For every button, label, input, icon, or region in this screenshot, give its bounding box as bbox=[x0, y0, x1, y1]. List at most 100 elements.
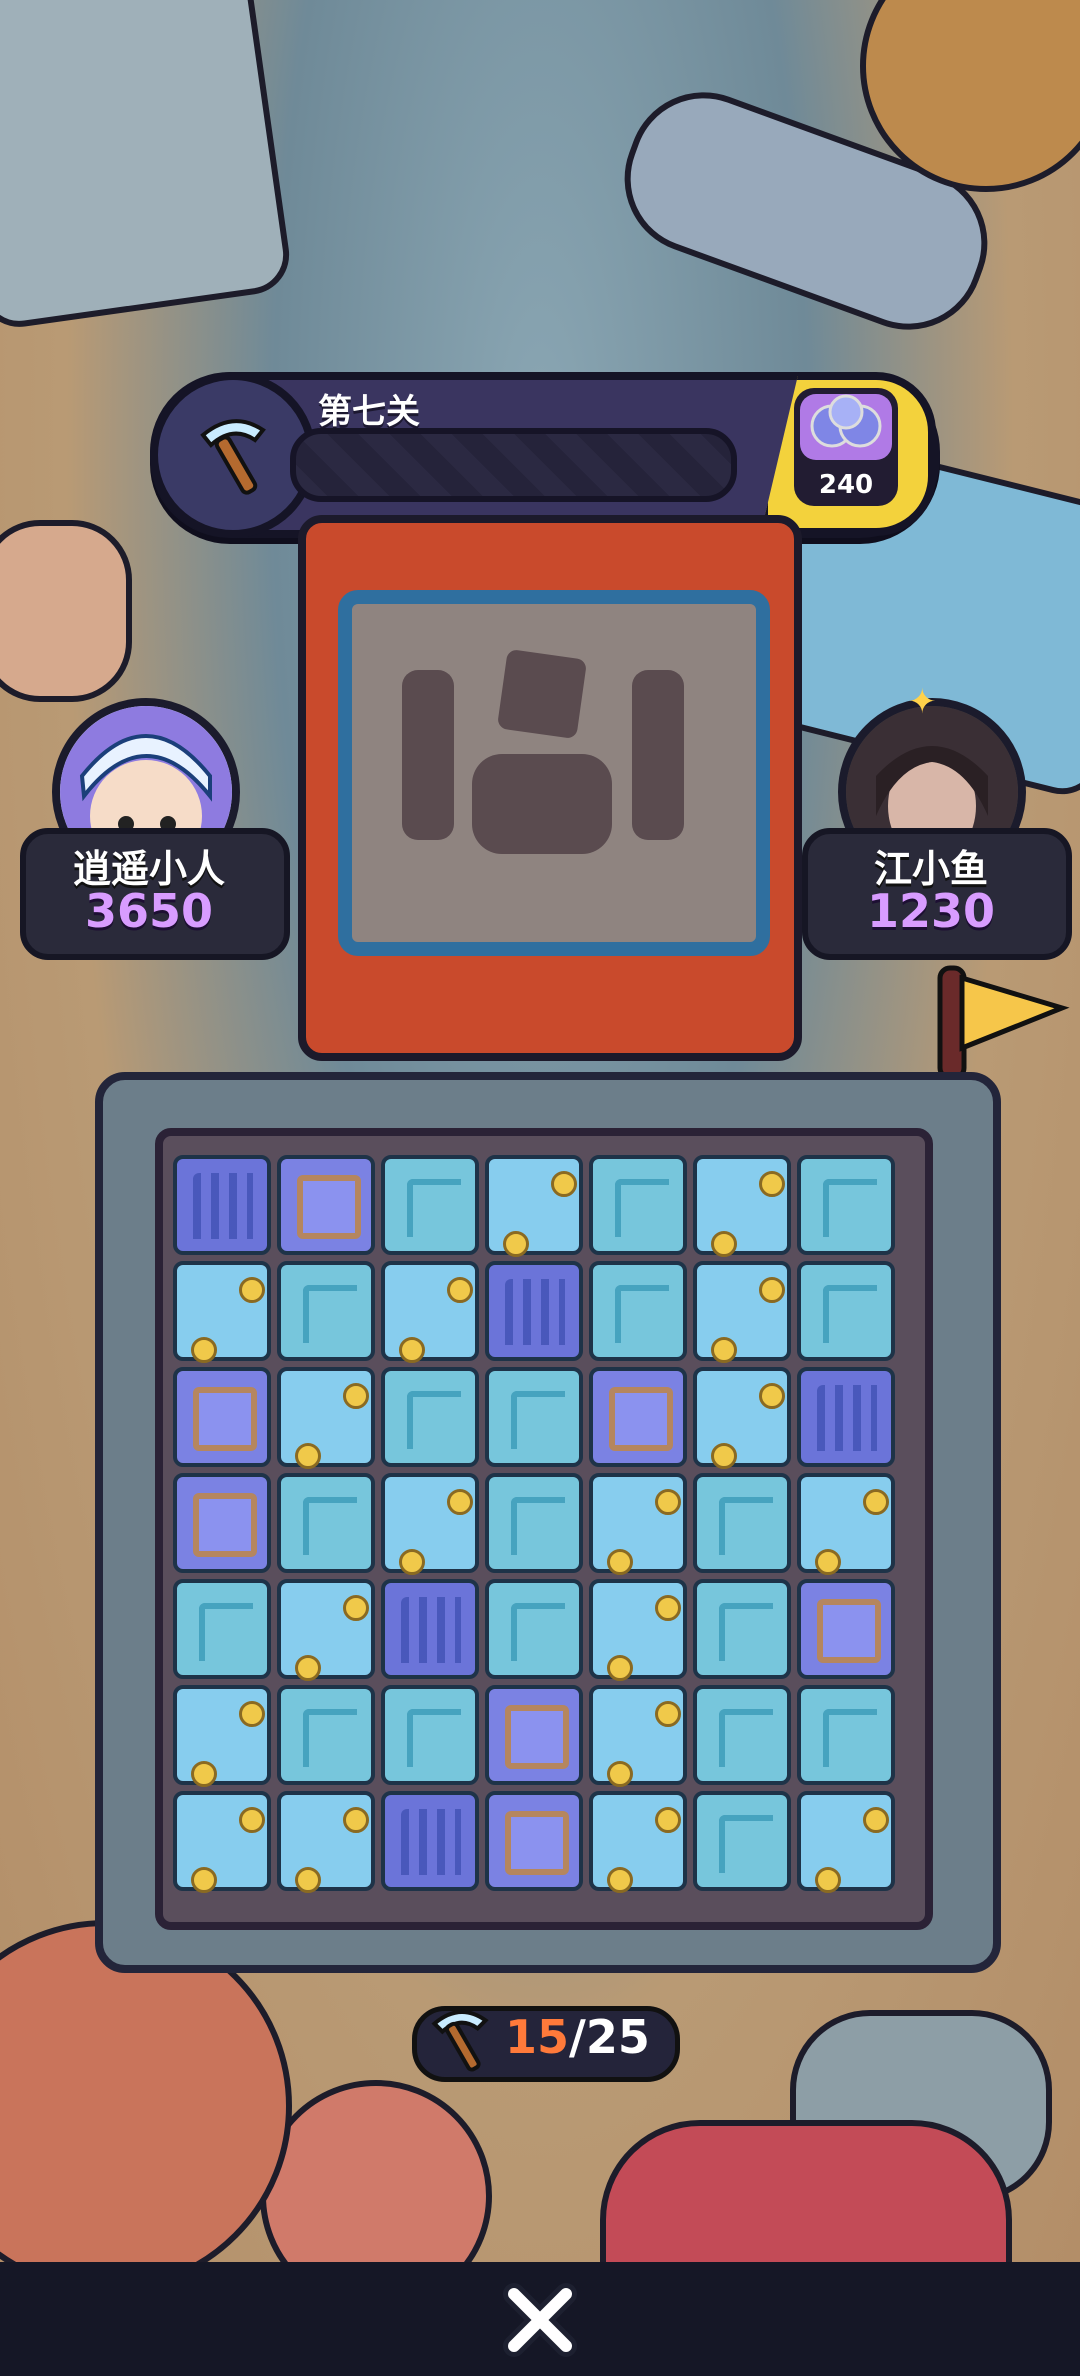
pickaxe-current: 15 bbox=[505, 2010, 570, 2064]
coin-dot bbox=[655, 1595, 681, 1621]
grid-tile[interactable] bbox=[693, 1579, 791, 1679]
grid-tile[interactable] bbox=[381, 1155, 479, 1255]
grid-tile[interactable] bbox=[693, 1791, 791, 1891]
grid-tile[interactable] bbox=[589, 1685, 687, 1787]
grid-tile[interactable] bbox=[797, 1579, 895, 1679]
coin-dot bbox=[607, 1761, 633, 1787]
grid-tile[interactable] bbox=[693, 1367, 791, 1469]
tile-pattern bbox=[193, 1387, 257, 1451]
grid-tile[interactable] bbox=[485, 1579, 583, 1679]
grid-tile[interactable] bbox=[173, 1367, 271, 1467]
grid-tile[interactable] bbox=[173, 1685, 271, 1787]
tile-pattern bbox=[719, 1709, 773, 1767]
grid-tile[interactable] bbox=[589, 1791, 687, 1893]
coin-dot bbox=[295, 1655, 321, 1681]
coin-dot bbox=[607, 1655, 633, 1681]
coin-dot bbox=[815, 1867, 841, 1893]
grid-tile[interactable] bbox=[589, 1367, 687, 1467]
grid-tile[interactable] bbox=[693, 1155, 791, 1257]
junk-sack-decor bbox=[0, 520, 132, 702]
coin-dot bbox=[191, 1761, 217, 1787]
grid-tile[interactable] bbox=[277, 1261, 375, 1361]
tile-pattern bbox=[193, 1493, 257, 1557]
coin-dot bbox=[655, 1489, 681, 1515]
coin-dot bbox=[239, 1277, 265, 1303]
coin-dot bbox=[503, 1231, 529, 1257]
tile-pattern bbox=[719, 1815, 773, 1873]
grid-tile[interactable] bbox=[589, 1155, 687, 1255]
tile-pattern bbox=[511, 1603, 565, 1661]
grid-tile[interactable] bbox=[381, 1473, 479, 1575]
coin-dot bbox=[655, 1807, 681, 1833]
grid-tile[interactable] bbox=[589, 1261, 687, 1361]
tile-pattern bbox=[199, 1603, 253, 1661]
grid-tile[interactable] bbox=[277, 1685, 375, 1785]
grid-tile[interactable] bbox=[381, 1579, 479, 1679]
grid-tile[interactable] bbox=[381, 1367, 479, 1467]
tile-pattern bbox=[401, 1809, 461, 1875]
coin-dot bbox=[863, 1489, 889, 1515]
grid-tile[interactable] bbox=[797, 1261, 895, 1361]
star-icon: ✦ bbox=[908, 682, 937, 722]
left-player-score: 3650 bbox=[84, 884, 214, 938]
grid-tile[interactable] bbox=[797, 1367, 895, 1467]
grid-tile[interactable] bbox=[485, 1791, 583, 1891]
grid-tile[interactable] bbox=[381, 1261, 479, 1363]
grid-tile[interactable] bbox=[797, 1685, 895, 1785]
grid-tile[interactable] bbox=[277, 1155, 375, 1255]
grid-tile[interactable] bbox=[589, 1473, 687, 1575]
coin-dot bbox=[447, 1277, 473, 1303]
tile-pattern bbox=[609, 1387, 673, 1451]
grid-tile[interactable] bbox=[277, 1791, 375, 1893]
grid-tile[interactable] bbox=[797, 1155, 895, 1255]
grid-tile[interactable] bbox=[277, 1579, 375, 1681]
grid-tile[interactable] bbox=[485, 1367, 583, 1467]
tile-pattern bbox=[297, 1175, 361, 1239]
grid-tile[interactable] bbox=[277, 1473, 375, 1573]
tile-pattern bbox=[303, 1497, 357, 1555]
coin-dot bbox=[551, 1171, 577, 1197]
tile-pattern bbox=[407, 1391, 461, 1449]
grid-tile[interactable] bbox=[693, 1685, 791, 1785]
grid-tile[interactable] bbox=[277, 1367, 375, 1469]
grid-tile[interactable] bbox=[485, 1261, 583, 1361]
tile-pattern bbox=[817, 1599, 881, 1663]
grid-tile[interactable] bbox=[485, 1473, 583, 1573]
tile-pattern bbox=[615, 1285, 669, 1343]
pickaxe-total: 25 bbox=[585, 2010, 650, 2064]
coin-dot bbox=[191, 1867, 217, 1893]
grid-tile[interactable] bbox=[589, 1579, 687, 1681]
coin-dot bbox=[863, 1807, 889, 1833]
grid-tile[interactable] bbox=[797, 1473, 895, 1575]
coin-dot bbox=[711, 1231, 737, 1257]
grid-tile[interactable] bbox=[173, 1791, 271, 1893]
target-silhouette-screen bbox=[338, 590, 770, 956]
tile-pattern bbox=[615, 1179, 669, 1237]
tile-pattern bbox=[407, 1179, 461, 1237]
grid-tile[interactable] bbox=[381, 1791, 479, 1891]
coin-dot bbox=[295, 1443, 321, 1469]
junk-bucket-decor bbox=[260, 2080, 492, 2262]
grid-tile[interactable] bbox=[173, 1473, 271, 1573]
tile-pattern bbox=[719, 1497, 773, 1555]
tile-grid bbox=[173, 1155, 903, 1907]
grid-tile[interactable] bbox=[693, 1473, 791, 1573]
grid-tile[interactable] bbox=[173, 1261, 271, 1363]
coin-dot bbox=[399, 1549, 425, 1575]
grid-tile[interactable] bbox=[693, 1261, 791, 1363]
coin-dot bbox=[759, 1383, 785, 1409]
grid-tile[interactable] bbox=[381, 1685, 479, 1785]
coin-dot bbox=[759, 1171, 785, 1197]
reward-count: 240 bbox=[818, 470, 874, 500]
level-title: 第七关 bbox=[318, 392, 420, 432]
close-icon[interactable] bbox=[497, 2282, 583, 2358]
right-player-score: 1230 bbox=[866, 884, 996, 938]
grid-tile[interactable] bbox=[173, 1579, 271, 1679]
grid-tile[interactable] bbox=[173, 1155, 271, 1255]
grid-tile[interactable] bbox=[797, 1791, 895, 1893]
grid-tile[interactable] bbox=[485, 1685, 583, 1785]
coin-dot bbox=[655, 1701, 681, 1727]
grid-tile[interactable] bbox=[485, 1155, 583, 1257]
coin-dot bbox=[343, 1807, 369, 1833]
coin-dot bbox=[191, 1337, 217, 1363]
